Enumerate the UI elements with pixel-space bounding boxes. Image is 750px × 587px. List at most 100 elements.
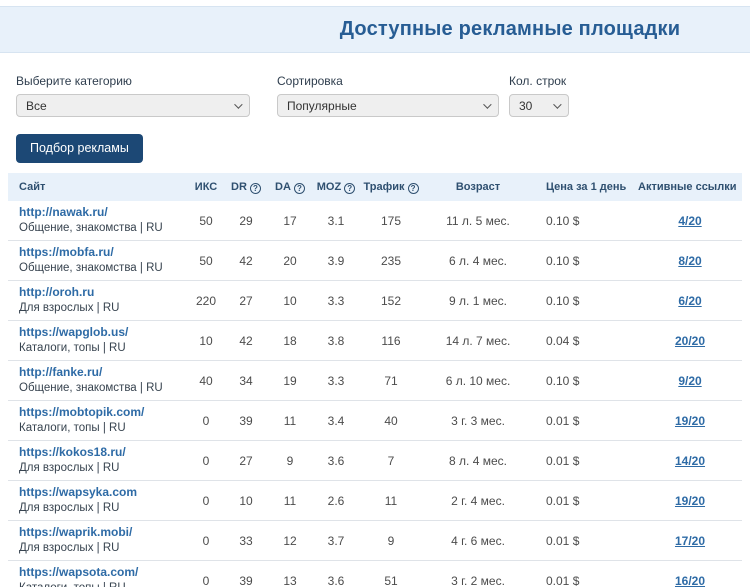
da-value: 19 [268,361,312,401]
active-links-link[interactable]: 6/20 [678,294,701,308]
active-links-cell: 14/20 [638,441,742,481]
price-value: 0.04 $ [534,321,638,361]
ad-selection-button[interactable]: Подбор рекламы [16,134,143,163]
price-value: 0.01 $ [534,481,638,521]
help-icon[interactable]: ? [250,183,261,194]
site-category: Для взрослых | RU [19,501,188,516]
platforms-table: Сайт ИКС DR? DA? MOZ? Трафик? Возраст Це… [8,173,742,587]
da-value: 13 [268,561,312,587]
site-link[interactable]: https://mobfa.ru/ [19,245,188,260]
category-select[interactable]: Все [16,94,250,117]
site-link[interactable]: http://fanke.ru/ [19,365,188,380]
site-link[interactable]: https://mobtopik.com/ [19,405,188,420]
iks-value: 40 [188,361,224,401]
table-row: https://wapsota.com/ Каталоги, топы | RU… [8,561,742,587]
moz-value: 3.7 [312,521,360,561]
category-filter-group: Выберите категорию Все [16,74,250,117]
iks-value: 220 [188,281,224,321]
age-value: 14 л. 7 мес. [422,321,534,361]
moz-value: 3.4 [312,401,360,441]
active-links-cell: 17/20 [638,521,742,561]
sort-select-label: Сортировка [277,74,499,88]
chevron-down-icon [234,100,242,108]
price-value: 0.01 $ [534,561,638,587]
site-category: Для взрослых | RU [19,461,188,476]
sort-select[interactable]: Популярные [277,94,499,117]
site-link[interactable]: https://wapsota.com/ [19,565,188,580]
age-value: 6 л. 10 мес. [422,361,534,401]
dr-value: 33 [224,521,268,561]
da-value: 17 [268,201,312,241]
actions-row: Подбор рекламы [0,134,750,163]
iks-value: 0 [188,561,224,587]
active-links-cell: 20/20 [638,321,742,361]
price-value: 0.01 $ [534,401,638,441]
price-value: 0.01 $ [534,441,638,481]
dr-value: 42 [224,321,268,361]
moz-value: 3.3 [312,361,360,401]
column-header-moz: MOZ? [312,173,360,201]
site-link[interactable]: https://kokos18.ru/ [19,445,188,460]
price-value: 0.01 $ [534,521,638,561]
active-links-link[interactable]: 9/20 [678,374,701,388]
table-body: http://nawak.ru/ Общение, знакомства | R… [8,201,742,587]
table-row: https://kokos18.ru/ Для взрослых | RU 0 … [8,441,742,481]
active-links-cell: 8/20 [638,241,742,281]
table-row: https://wapglob.us/ Каталоги, топы | RU … [8,321,742,361]
site-category: Каталоги, топы | RU [19,341,188,356]
iks-value: 50 [188,201,224,241]
traffic-value: 235 [360,241,422,281]
moz-value: 3.6 [312,441,360,481]
site-link[interactable]: http://nawak.ru/ [19,205,188,220]
site-category: Общение, знакомства | RU [19,221,188,236]
dr-value: 34 [224,361,268,401]
iks-value: 0 [188,441,224,481]
active-links-link[interactable]: 14/20 [675,454,705,468]
sort-filter-group: Сортировка Популярные [277,74,499,117]
site-cell: https://waprik.mobi/ Для взрослых | RU [8,521,188,561]
filter-bar: Выберите категорию Все Сортировка Популя… [0,74,750,117]
active-links-cell: 4/20 [638,201,742,241]
column-header-iks: ИКС [188,173,224,201]
moz-value: 3.3 [312,281,360,321]
traffic-value: 11 [360,481,422,521]
active-links-link[interactable]: 8/20 [678,254,701,268]
active-links-cell: 19/20 [638,401,742,441]
traffic-value: 9 [360,521,422,561]
iks-value: 50 [188,241,224,281]
site-cell: http://nawak.ru/ Общение, знакомства | R… [8,201,188,241]
category-select-label: Выберите категорию [16,74,250,88]
site-link[interactable]: https://wapsyka.com [19,485,188,500]
table-row: http://oroh.ru Для взрослых | RU 220 27 … [8,281,742,321]
price-value: 0.10 $ [534,201,638,241]
help-icon[interactable]: ? [408,183,419,194]
price-value: 0.10 $ [534,241,638,281]
row-count-select-label: Кол. строк [509,74,569,88]
active-links-link[interactable]: 19/20 [675,414,705,428]
column-header-price: Цена за 1 день [534,173,638,201]
age-value: 2 г. 4 мес. [422,481,534,521]
da-value: 10 [268,281,312,321]
dr-value: 10 [224,481,268,521]
category-select-value: Все [26,99,226,113]
traffic-value: 175 [360,201,422,241]
price-value: 0.10 $ [534,281,638,321]
table-row: http://fanke.ru/ Общение, знакомства | R… [8,361,742,401]
table-row: https://wapsyka.com Для взрослых | RU 0 … [8,481,742,521]
active-links-cell: 9/20 [638,361,742,401]
active-links-link[interactable]: 4/20 [678,214,701,228]
site-link[interactable]: https://waprik.mobi/ [19,525,188,540]
active-links-link[interactable]: 17/20 [675,534,705,548]
site-link[interactable]: http://oroh.ru [19,285,188,300]
active-links-link[interactable]: 20/20 [675,334,705,348]
table-row: http://nawak.ru/ Общение, знакомства | R… [8,201,742,241]
column-header-dr: DR? [224,173,268,201]
active-links-link[interactable]: 19/20 [675,494,705,508]
row-count-select[interactable]: 30 [509,94,569,117]
site-link[interactable]: https://wapglob.us/ [19,325,188,340]
active-links-link[interactable]: 16/20 [675,574,705,587]
help-icon[interactable]: ? [294,183,305,194]
age-value: 9 л. 1 мес. [422,281,534,321]
dr-value: 27 [224,441,268,481]
help-icon[interactable]: ? [344,183,355,194]
